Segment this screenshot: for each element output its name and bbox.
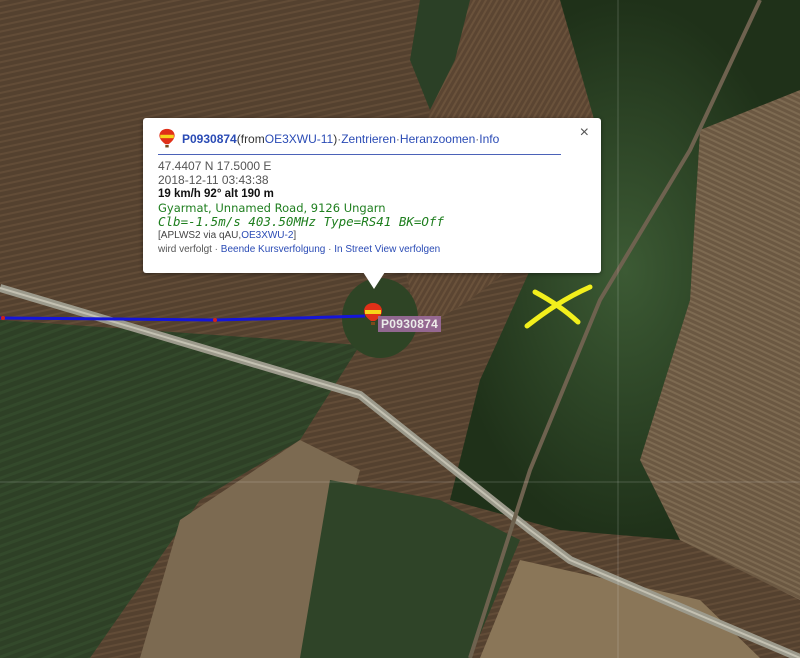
track-point	[1, 316, 5, 320]
close-button[interactable]: ×	[580, 125, 589, 141]
timestamp: 2018-12-11 03:43:38	[158, 173, 269, 187]
street-view-link[interactable]: In Street View verfolgen	[334, 244, 440, 255]
callsign-link[interactable]: P0930874	[182, 132, 237, 146]
speed-altitude: 19 km/h 92° alt 190 m	[158, 188, 274, 200]
info-link[interactable]: Info	[479, 132, 499, 146]
comment: Clb=-1.5m/s 403.50MHz Type=RS41 BK=Off	[158, 214, 444, 229]
coordinates: 47.4407 N 17.5000 E	[158, 159, 272, 173]
track-point	[213, 318, 217, 322]
marker-label[interactable]: P0930874	[378, 316, 442, 332]
balloon-icon	[159, 128, 175, 148]
zoom-in-link[interactable]: Heranzoomen	[400, 132, 475, 146]
path-suffix: ]	[293, 230, 297, 241]
popup-header: P0930874 (from OE3XWU-11 ) · Zentrieren …	[158, 128, 561, 155]
packet-path: [APLWS2 via qAU,OE3XWU-2]	[158, 229, 561, 243]
separator: ·	[325, 244, 335, 255]
from-prefix: (from	[236, 132, 265, 146]
path-station-link[interactable]: OE3XWU-2	[241, 230, 293, 241]
info-popup: × P0930874 (from OE3XWU-11 ) · Zentriere…	[143, 118, 601, 289]
separator: ·	[211, 244, 221, 255]
stop-tracking-link[interactable]: Beende Kursverfolgung	[221, 244, 326, 255]
from-station-link[interactable]: OE3XWU-11	[265, 132, 333, 146]
center-link[interactable]: Zentrieren	[341, 132, 396, 146]
tracked-status: wird verfolgt	[158, 244, 212, 255]
path-prefix: [APLWS2 via qAU,	[158, 230, 242, 241]
address: Gyarmat, Unnamed Road, 9126 Ungarn	[158, 201, 386, 215]
tracking-row: wird verfolgt · Beende Kursverfolgung · …	[158, 243, 561, 257]
